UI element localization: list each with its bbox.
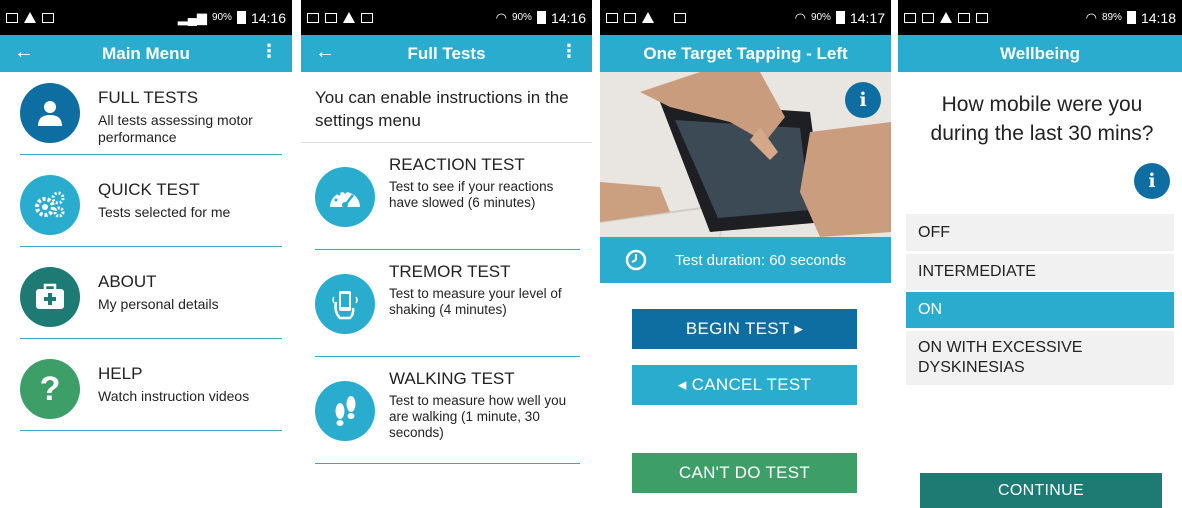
test-item-subtitle: Test to measure how well you are walking… xyxy=(389,393,567,440)
menu-item-about[interactable]: ABOUT My personal details xyxy=(20,256,282,339)
battery-icon xyxy=(835,11,845,24)
wifi-icon: ◠ xyxy=(794,9,806,25)
menu-item-subtitle: All tests assessing motor performance xyxy=(98,112,253,145)
medical-kit-icon xyxy=(20,267,80,327)
option-on-with-excessive-dyskinesias[interactable]: ON WITH EXCESSIVE DYSKINESIAS xyxy=(906,331,1174,385)
app-notification-icon xyxy=(325,12,337,23)
clock-icon xyxy=(625,249,647,271)
back-arrow-icon[interactable]: ← xyxy=(315,41,335,64)
cant-do-test-button[interactable]: CAN'T DO TEST xyxy=(632,453,857,493)
menu-item-subtitle: Tests selected for me xyxy=(98,204,231,220)
warning-icon xyxy=(940,12,952,23)
battery-icon xyxy=(1126,11,1136,24)
menu-item-title: HELP xyxy=(98,364,143,383)
battery-percent: 89% xyxy=(1101,12,1122,23)
full-tests-screen: ◠ 90% 14:16 ← Full Tests ⋮ You can enabl… xyxy=(301,0,592,508)
battery-percent: 90% xyxy=(810,12,831,23)
gears-icon xyxy=(20,175,80,235)
clock: 14:16 xyxy=(550,9,586,26)
more-options-icon[interactable]: ⋮ xyxy=(260,41,278,62)
image-icon xyxy=(307,12,319,23)
instruction-video[interactable]: i xyxy=(600,72,891,237)
continue-button[interactable]: CONTINUE xyxy=(920,473,1162,508)
app-bar: ← Main Menu ⋮ xyxy=(0,35,292,72)
status-bar: ▂▄▆ 90% 14:16 xyxy=(0,0,292,35)
wifi-icon: ◠ xyxy=(495,9,507,25)
bag-icon xyxy=(361,12,373,23)
page-title: One Target Tapping - Left xyxy=(643,43,848,63)
bag-icon xyxy=(674,12,686,23)
wellbeing-screen: ◠ 89% 14:18 Wellbeing How mobile were yo… xyxy=(898,0,1182,508)
battery-percent: 90% xyxy=(511,12,532,23)
app-bar: One Target Tapping - Left xyxy=(600,35,891,72)
instructions-hint: You can enable instructions in the setti… xyxy=(315,88,569,130)
main-menu-screen: ▂▄▆ 90% 14:16 ← Main Menu ⋮ FULL TESTS A… xyxy=(0,0,292,508)
bag-icon xyxy=(42,12,54,23)
sync-icon xyxy=(958,12,970,23)
test-item-title: TREMOR TEST xyxy=(389,262,511,281)
app-notification-icon xyxy=(624,12,636,23)
test-item-walking[interactable]: WALKING TEST Test to measure how well yo… xyxy=(315,357,580,464)
clock: 14:17 xyxy=(849,9,885,26)
battery-icon xyxy=(236,11,246,24)
option-on-selected[interactable]: ON xyxy=(906,292,1174,328)
tapping-test-screen: ◠ 90% 14:17 One Target Tapping - Left i xyxy=(600,0,891,508)
page-title: Main Menu xyxy=(102,43,190,63)
more-options-icon[interactable]: ⋮ xyxy=(560,41,578,62)
info-icon[interactable]: i xyxy=(1134,163,1170,199)
test-item-title: REACTION TEST xyxy=(389,155,525,174)
person-icon xyxy=(20,83,80,143)
question-icon: ? xyxy=(20,359,80,419)
test-duration-text: Test duration: 60 seconds xyxy=(675,251,846,269)
phone-hand-icon xyxy=(315,274,375,334)
menu-item-full-tests[interactable]: FULL TESTS All tests assessing motor per… xyxy=(20,72,282,155)
app-notification-icon xyxy=(922,12,934,23)
app-notification-icon xyxy=(6,12,18,23)
battery-icon xyxy=(536,11,546,24)
test-item-reaction[interactable]: REACTION TEST Test to see if your reacti… xyxy=(315,143,580,250)
image-icon xyxy=(606,12,618,23)
image-icon xyxy=(904,12,916,23)
menu-item-subtitle: Watch instruction videos xyxy=(98,388,250,404)
test-item-subtitle: Test to measure your level of shaking (4… xyxy=(389,286,562,317)
app-bar: ← Full Tests ⋮ xyxy=(301,35,592,72)
speedometer-icon xyxy=(315,167,375,227)
wifi-icon: ◠ xyxy=(1085,9,1097,25)
status-bar: ◠ 90% 14:16 xyxy=(301,0,592,35)
signal-icon: ▂▄▆ xyxy=(177,9,207,25)
bag-icon xyxy=(976,12,988,23)
footprints-icon xyxy=(315,381,375,441)
begin-test-button[interactable]: BEGIN TEST ▸ xyxy=(632,309,857,349)
page-title: Full Tests xyxy=(407,43,486,63)
test-duration-bar: Test duration: 60 seconds xyxy=(600,237,891,283)
status-bar: ◠ 90% 14:17 xyxy=(600,0,891,35)
menu-item-title: QUICK TEST xyxy=(98,180,200,199)
menu-item-title: ABOUT xyxy=(98,272,157,291)
page-title: Wellbeing xyxy=(1000,43,1080,63)
test-item-title: WALKING TEST xyxy=(389,369,515,388)
test-item-tremor[interactable]: TREMOR TEST Test to measure your level o… xyxy=(315,250,580,357)
clock: 14:18 xyxy=(1140,9,1176,26)
cancel-test-button[interactable]: ◂ CANCEL TEST xyxy=(632,365,857,405)
menu-item-title: FULL TESTS xyxy=(98,88,199,107)
status-bar: ◠ 89% 14:18 xyxy=(898,0,1182,35)
clock: 14:16 xyxy=(250,9,286,26)
wellbeing-question: How mobile were you during the last 30 m… xyxy=(930,93,1154,145)
warning-icon xyxy=(24,12,36,23)
menu-item-help[interactable]: ? HELP Watch instruction videos xyxy=(20,348,282,431)
menu-item-subtitle: My personal details xyxy=(98,296,219,312)
info-icon[interactable]: i xyxy=(845,82,881,118)
option-intermediate[interactable]: INTERMEDIATE xyxy=(906,254,1174,290)
warning-icon xyxy=(642,12,654,23)
warning-icon xyxy=(343,12,355,23)
battery-percent: 90% xyxy=(211,12,232,23)
menu-item-quick-test[interactable]: QUICK TEST Tests selected for me xyxy=(20,164,282,247)
back-arrow-icon[interactable]: ← xyxy=(14,41,34,64)
option-off[interactable]: OFF xyxy=(906,214,1174,251)
test-item-subtitle: Test to see if your reactions have slowe… xyxy=(389,179,554,210)
app-bar: Wellbeing xyxy=(898,35,1182,72)
